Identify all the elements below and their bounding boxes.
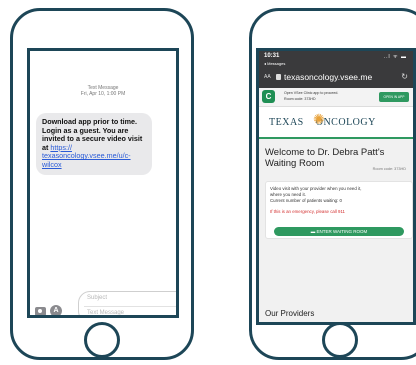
open-in-app-button[interactable]: OPEN IN APP bbox=[379, 92, 409, 102]
compose-box[interactable]: Subject Text Message bbox=[78, 291, 176, 315]
card-line: Video visit with your provider when you … bbox=[270, 186, 362, 191]
enter-waiting-room-button[interactable]: ▬ ENTER WAITING ROOM bbox=[274, 227, 404, 236]
logo-burst-icon: ✺ bbox=[313, 111, 325, 127]
text-message-field[interactable]: Text Message bbox=[87, 310, 124, 315]
visit-link-cont[interactable]: wilcox bbox=[42, 160, 146, 170]
banner-line1: Open VSee Clinic app to proceed. bbox=[284, 91, 339, 95]
subject-field[interactable]: Subject bbox=[87, 295, 107, 301]
info-card: Video visit with your provider when you … bbox=[265, 181, 413, 239]
card-line: Current number of patients waiting: 0 bbox=[270, 198, 342, 203]
welcome-heading: Welcome to Dr. Debra Patt's Waiting Room bbox=[265, 147, 385, 169]
back-to-messages[interactable]: ◂ Messages bbox=[264, 61, 285, 66]
status-time: 10:31 bbox=[264, 53, 280, 59]
messages-screen: Text Message Fri, Apr 10, 1:00 PM Downlo… bbox=[27, 48, 179, 318]
home-button[interactable] bbox=[322, 322, 358, 358]
room-code: Room code: 373HD bbox=[372, 167, 406, 171]
signal-icon: ..l ᯤ ▬ bbox=[383, 54, 407, 60]
emergency-note: If this is an emergency, please call 911 bbox=[270, 209, 346, 214]
banner-line2: Room code: 373HD bbox=[284, 97, 316, 101]
status-bar: 10:31 ◂ Messages ..l ᯤ ▬ bbox=[259, 51, 413, 68]
vsee-app-icon: C bbox=[262, 90, 275, 103]
card-line: where you need it. bbox=[270, 192, 306, 197]
texas-oncology-logo: TEXAS ONCOLOGY ✺ bbox=[259, 107, 413, 139]
compose-divider bbox=[84, 306, 176, 307]
url-text[interactable]: texasoncology.vsee.me bbox=[284, 72, 372, 82]
reload-icon[interactable]: ↻ bbox=[401, 72, 408, 81]
message-header-date: Fri, Apr 10, 1:00 PM bbox=[80, 91, 126, 97]
providers-heading: Our Providers bbox=[265, 309, 315, 318]
address-bar[interactable]: AA texasoncology.vsee.me ↻ bbox=[259, 68, 413, 88]
home-button[interactable] bbox=[84, 322, 120, 358]
app-store-icon[interactable]: A bbox=[50, 305, 62, 315]
reader-aa-button[interactable]: AA bbox=[264, 74, 271, 80]
app-banner: C Open VSee Clinic app to proceed. Room … bbox=[259, 88, 413, 107]
browser-screen: 10:31 ◂ Messages ..l ᯤ ▬ AA texasoncolog… bbox=[256, 48, 416, 325]
lock-icon bbox=[276, 74, 281, 80]
camera-icon[interactable] bbox=[35, 307, 46, 315]
sms-bubble: Download app prior to time. Login as a g… bbox=[36, 113, 152, 175]
